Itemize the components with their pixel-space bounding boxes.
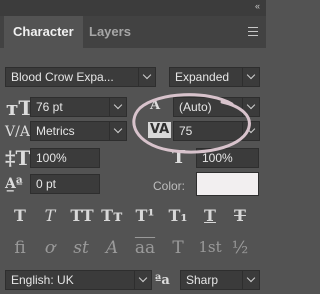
baseline-shift-field[interactable]: 0 pt	[30, 174, 100, 194]
kerning-field[interactable]: Metrics	[30, 121, 110, 141]
font-family-dropdown[interactable]	[138, 67, 156, 87]
stylistic-alternates-button[interactable]: aa	[133, 238, 157, 258]
tab-layers[interactable]: Layers	[80, 16, 140, 48]
anti-aliasing-field[interactable]: Sharp	[180, 270, 243, 290]
panel-top-strip: «	[0, 0, 266, 16]
fractions-button[interactable]: ½	[228, 238, 252, 258]
faux-bold-button[interactable]: T	[8, 206, 32, 225]
vertical-scale-icon: ‡T	[5, 146, 31, 170]
ligatures-button[interactable]: fi	[8, 238, 32, 258]
subscript-button[interactable]: T₁	[166, 206, 190, 225]
collapse-panel-icon[interactable]: «	[255, 1, 260, 11]
language-dropdown[interactable]	[134, 270, 152, 290]
old-style-button[interactable]: ơ	[38, 238, 62, 258]
font-size-dropdown[interactable]	[109, 97, 127, 117]
discretionary-ligatures-button[interactable]: st	[69, 238, 93, 258]
annotation-ellipse	[132, 93, 251, 154]
faux-italic-button[interactable]: T	[38, 206, 62, 225]
vertical-scale-field[interactable]: 100%	[30, 148, 100, 168]
panel-menu-icon[interactable]	[248, 27, 258, 36]
swash-button[interactable]: A	[100, 238, 124, 258]
font-size-field[interactable]: 76 pt	[30, 97, 110, 117]
anti-aliasing-dropdown[interactable]	[242, 270, 260, 290]
all-caps-button[interactable]: TT	[67, 206, 97, 225]
ordinals-button[interactable]: 1st	[196, 238, 224, 256]
superscript-button[interactable]: T¹	[133, 206, 157, 225]
strikethrough-button[interactable]: T	[228, 206, 252, 225]
small-caps-button[interactable]: Tт	[100, 206, 124, 225]
font-style-dropdown[interactable]	[242, 67, 260, 87]
panel-tab-bar: Character Layers	[0, 16, 266, 48]
kerning-icon: V/A	[5, 124, 30, 140]
titling-alternates-button[interactable]: T	[166, 238, 190, 258]
tab-character[interactable]: Character	[4, 16, 83, 48]
language-field[interactable]: English: UK	[5, 270, 135, 290]
color-label: Color:	[153, 179, 186, 193]
text-color-swatch[interactable]	[196, 172, 259, 196]
kerning-dropdown[interactable]	[109, 121, 127, 141]
font-family-field[interactable]: Blood Crow Expa...	[5, 67, 139, 87]
font-style-field[interactable]: Expanded	[169, 67, 243, 87]
baseline-shift-icon: A̲ª	[5, 176, 23, 192]
anti-aliasing-icon: ªa	[155, 273, 170, 288]
underline-button[interactable]: T	[198, 206, 222, 225]
